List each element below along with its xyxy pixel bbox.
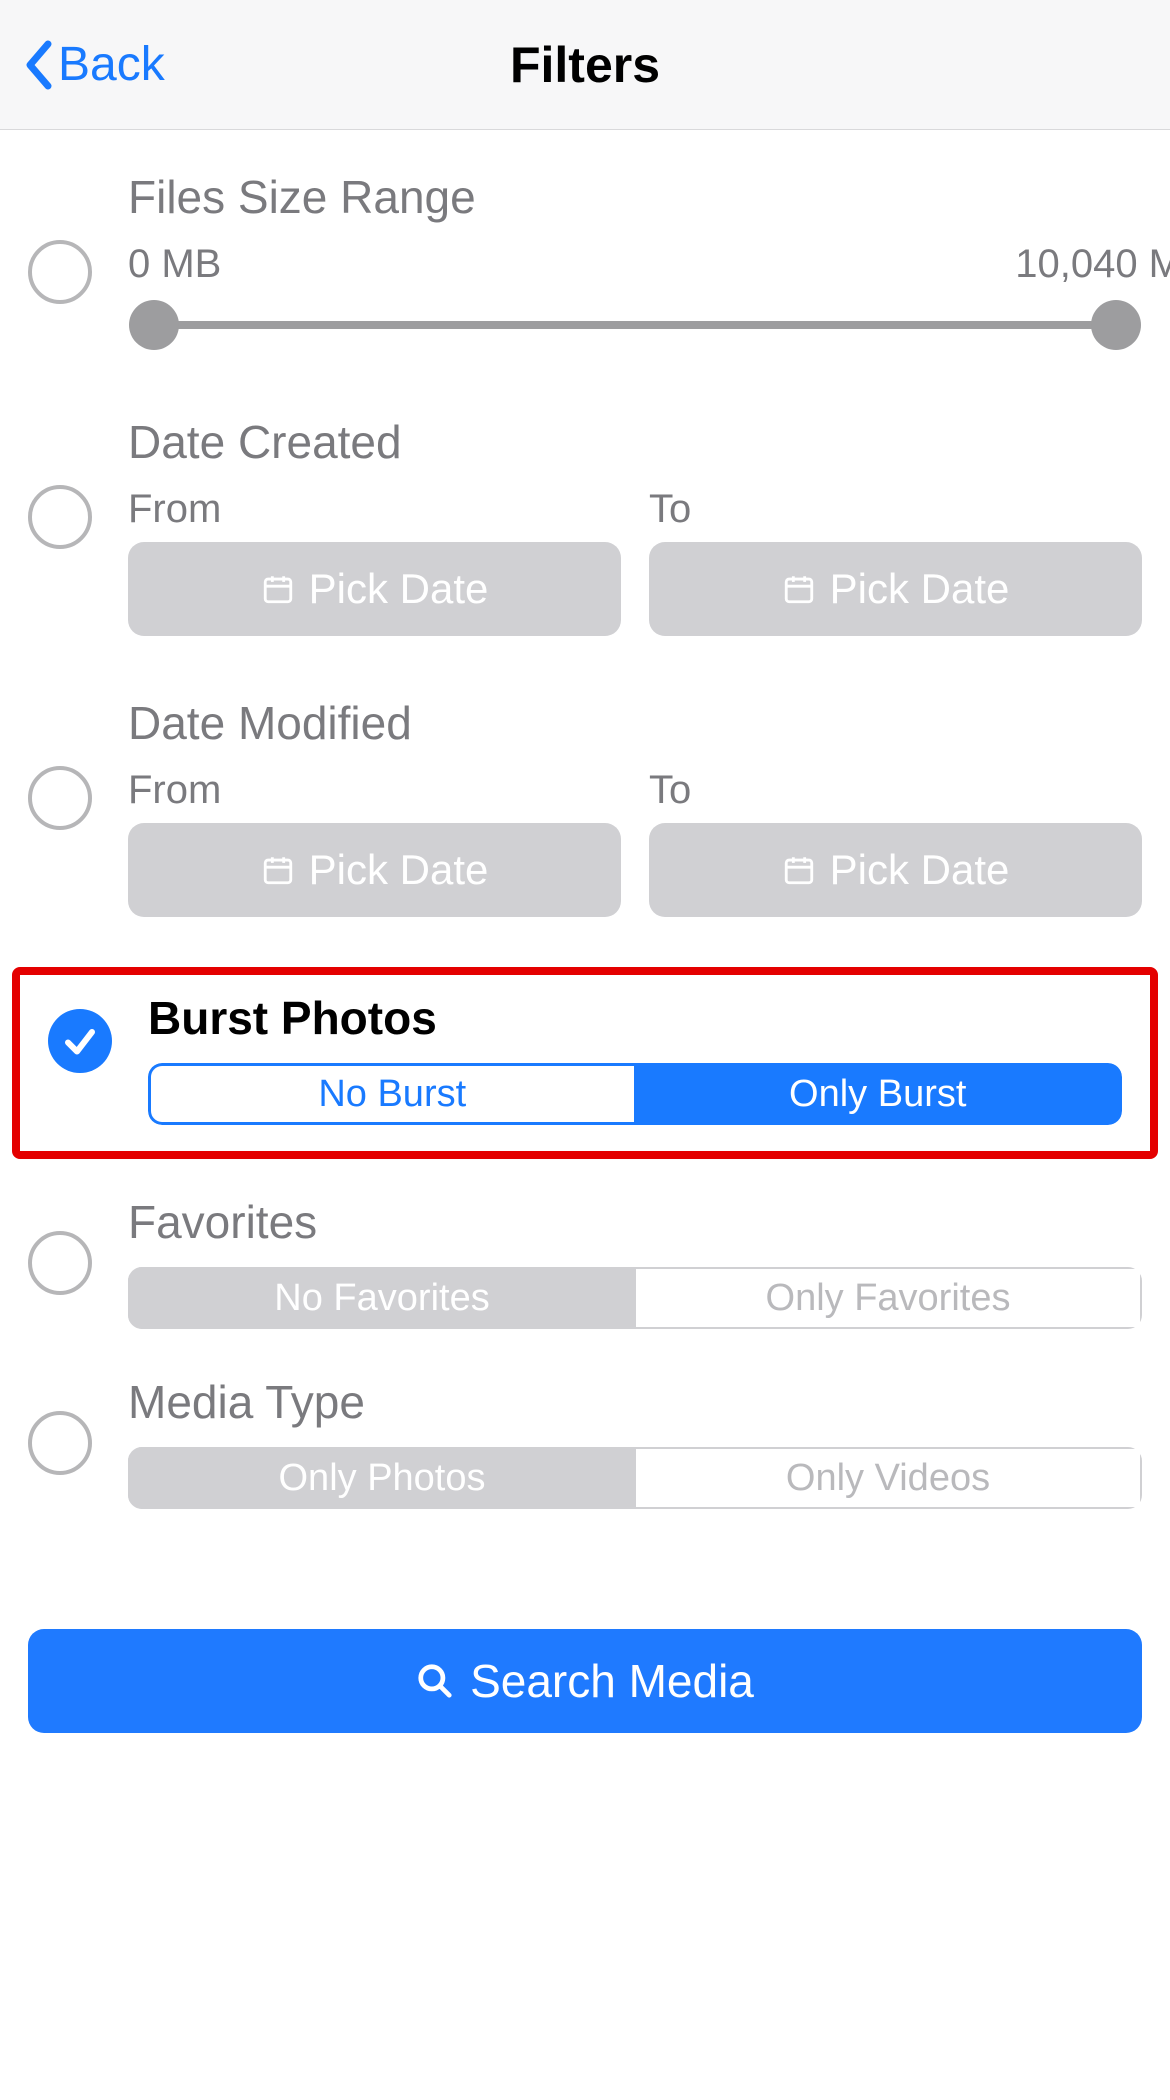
pick-date-label: Pick Date bbox=[309, 846, 489, 894]
radio-col bbox=[28, 170, 128, 304]
content: Files Size Range 0 MB 10,040 M Date Crea… bbox=[0, 170, 1170, 1793]
filter-date-created-radio[interactable] bbox=[28, 485, 92, 549]
slider-thumb-max[interactable] bbox=[1091, 300, 1141, 350]
filter-media-type-title: Media Type bbox=[128, 1375, 1142, 1429]
filter-date-modified-title: Date Modified bbox=[128, 696, 1142, 750]
media-type-segmented: Only Photos Only Videos bbox=[128, 1447, 1142, 1509]
radio-col bbox=[28, 1195, 128, 1295]
filter-size-row: Files Size Range 0 MB 10,040 M bbox=[0, 170, 1170, 355]
search-icon bbox=[416, 1662, 454, 1700]
size-range-slider[interactable] bbox=[154, 295, 1116, 355]
slider-track bbox=[154, 321, 1116, 329]
pick-date-label: Pick Date bbox=[830, 846, 1010, 894]
pick-date-label: Pick Date bbox=[830, 565, 1010, 613]
navbar: Back Filters bbox=[0, 0, 1170, 130]
burst-option-no[interactable]: No Burst bbox=[148, 1063, 634, 1125]
date-created-to-button[interactable]: Pick Date bbox=[649, 542, 1142, 636]
burst-option-only[interactable]: Only Burst bbox=[634, 1063, 1123, 1125]
filter-date-modified-row: Date Modified From Pick Date To bbox=[0, 696, 1170, 917]
slider-labels: 0 MB 10,040 M bbox=[128, 242, 1142, 287]
check-icon bbox=[62, 1023, 98, 1059]
filter-burst-radio[interactable] bbox=[48, 1009, 112, 1073]
filter-favorites-title: Favorites bbox=[128, 1195, 1142, 1249]
filter-media-type-radio[interactable] bbox=[28, 1411, 92, 1475]
date-modified-to-button[interactable]: Pick Date bbox=[649, 823, 1142, 917]
calendar-icon bbox=[261, 572, 295, 606]
search-media-label: Search Media bbox=[470, 1654, 754, 1708]
favorites-option-no[interactable]: No Favorites bbox=[128, 1267, 636, 1329]
back-label: Back bbox=[58, 37, 165, 92]
back-button[interactable]: Back bbox=[24, 0, 165, 129]
media-type-option-videos[interactable]: Only Videos bbox=[636, 1447, 1142, 1509]
search-media-button[interactable]: Search Media bbox=[28, 1629, 1142, 1733]
page-title: Filters bbox=[510, 36, 660, 94]
annotation-highlight: Burst Photos No Burst Only Burst bbox=[12, 967, 1158, 1159]
date-modified-to-label: To bbox=[649, 768, 1142, 813]
slider-thumb-min[interactable] bbox=[129, 300, 179, 350]
slider-max-label: 10,040 M bbox=[1015, 242, 1170, 287]
calendar-icon bbox=[261, 853, 295, 887]
favorites-option-only[interactable]: Only Favorites bbox=[636, 1267, 1142, 1329]
calendar-icon bbox=[782, 572, 816, 606]
date-created-to-label: To bbox=[649, 487, 1142, 532]
slider-min-label: 0 MB bbox=[128, 242, 221, 287]
filter-favorites-radio[interactable] bbox=[28, 1231, 92, 1295]
filter-date-created-title: Date Created bbox=[128, 415, 1142, 469]
filter-date-created-row: Date Created From Pick Date To bbox=[0, 415, 1170, 636]
radio-col bbox=[48, 991, 148, 1073]
pick-date-label: Pick Date bbox=[309, 565, 489, 613]
chevron-left-icon bbox=[24, 40, 52, 90]
radio-col bbox=[28, 1375, 128, 1475]
radio-col bbox=[28, 696, 128, 830]
date-modified-from-label: From bbox=[128, 768, 621, 813]
filter-burst-row: Burst Photos No Burst Only Burst bbox=[40, 991, 1130, 1125]
filter-size-radio[interactable] bbox=[28, 240, 92, 304]
date-created-from-label: From bbox=[128, 487, 621, 532]
burst-segmented: No Burst Only Burst bbox=[148, 1063, 1122, 1125]
filter-date-modified-radio[interactable] bbox=[28, 766, 92, 830]
media-type-option-photos[interactable]: Only Photos bbox=[128, 1447, 636, 1509]
radio-col bbox=[28, 415, 128, 549]
date-created-from-button[interactable]: Pick Date bbox=[128, 542, 621, 636]
filter-favorites-row: Favorites No Favorites Only Favorites bbox=[0, 1195, 1170, 1329]
calendar-icon bbox=[782, 853, 816, 887]
filter-size-title: Files Size Range bbox=[128, 170, 1142, 224]
filter-burst-title: Burst Photos bbox=[148, 991, 1122, 1045]
date-modified-from-button[interactable]: Pick Date bbox=[128, 823, 621, 917]
filter-media-type-row: Media Type Only Photos Only Videos bbox=[0, 1375, 1170, 1509]
favorites-segmented: No Favorites Only Favorites bbox=[128, 1267, 1142, 1329]
